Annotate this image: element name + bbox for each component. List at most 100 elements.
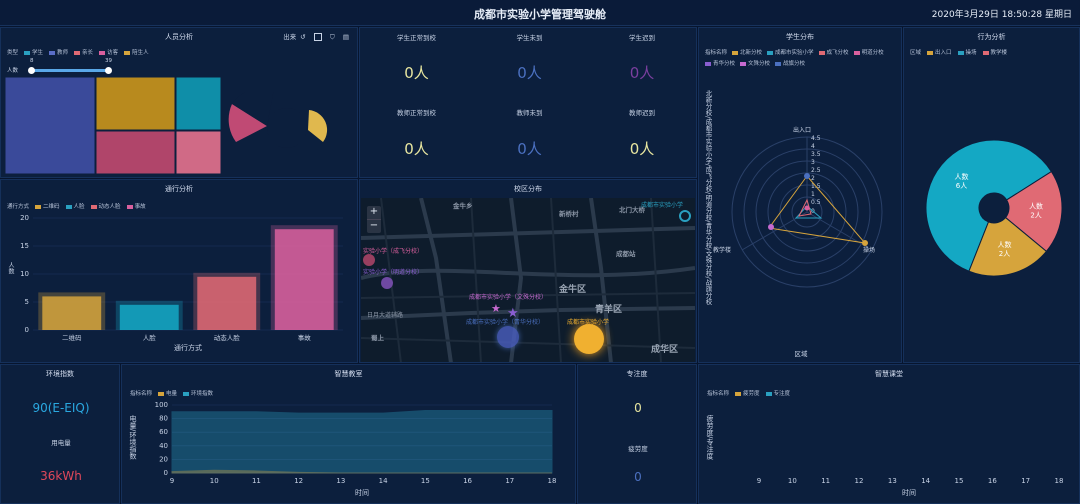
campus-map[interactable]: + − 金牛乡 新桥村 北门大桥 成都站 金牛区 青羊区 成华区 日月大道辅路 … (361, 198, 695, 362)
slider-handle-max[interactable] (105, 67, 112, 74)
radar-tick: 0.5 (811, 199, 821, 206)
series-area[interactable] (171, 409, 553, 474)
school-label[interactable]: 成都市实验小学（文殊分校） (469, 292, 547, 301)
refresh-icon[interactable]: ↺ (300, 33, 305, 41)
legend-item[interactable]: 专注度 (765, 389, 790, 397)
bar[interactable] (119, 304, 179, 330)
map-place: 成都站 (616, 250, 636, 258)
treemap-cell[interactable] (175, 130, 221, 174)
radar-tick: 1 (811, 191, 815, 198)
slider-handle-min[interactable] (28, 67, 35, 74)
att-value: 0人 (517, 140, 542, 158)
star-icon[interactable]: ★ (491, 302, 501, 315)
pie-label: 人数 (997, 240, 1011, 249)
save-icon[interactable]: ▤ (343, 33, 349, 41)
legend-item[interactable]: 成飞分校 (818, 48, 849, 56)
x-axis-label: 时间 (355, 488, 369, 497)
school-marker[interactable] (679, 210, 691, 222)
legend-item[interactable]: 战旗分校 (775, 59, 805, 67)
school-marker[interactable] (363, 254, 375, 266)
legend-item[interactable]: 教学楼 (982, 48, 1007, 56)
legend-item[interactable]: 二维码 (35, 202, 60, 210)
school-label[interactable]: 成都市实验小学 (641, 200, 683, 209)
legend-item[interactable]: 亲长 (74, 48, 93, 56)
classroom-legend: 指标名称 电量 环境指数 (130, 389, 213, 397)
x-tick-label: 17 (1021, 477, 1030, 485)
treemap-cell[interactable] (5, 77, 96, 174)
traffic-title: 通行分析 (165, 185, 193, 193)
x-tick-label: 18 (548, 477, 557, 485)
radar-tick: 4 (811, 143, 815, 150)
school-label[interactable]: 成都市实验小学（青华分校） (466, 317, 544, 326)
radar-axis-label: 操场 (863, 246, 875, 254)
y-tick-label: 0 (25, 326, 29, 334)
bar[interactable] (197, 276, 257, 330)
bar[interactable] (274, 229, 334, 330)
radar-point[interactable] (804, 173, 810, 179)
filter-icon[interactable]: ⛉ (330, 33, 335, 41)
att-label: 教师迟到 (629, 109, 655, 117)
legend-label: 指标名称 (707, 391, 730, 397)
x-tick-label: 11 (252, 477, 261, 485)
zoom-icon[interactable] (313, 33, 322, 41)
smart-class-legend: 指标名称 疲劳度 专注度 (707, 389, 790, 397)
range-slider[interactable] (28, 67, 112, 74)
school-marker[interactable] (497, 326, 519, 348)
legend-item[interactable]: 电量 (158, 389, 177, 397)
x-tick-label: 13 (888, 477, 897, 485)
legend-item[interactable]: 操场 (957, 48, 977, 56)
school-marker[interactable] (381, 277, 393, 289)
legend-item[interactable]: 文殊分校 (740, 59, 770, 67)
legend-item[interactable]: 青华分校 (705, 59, 735, 67)
radar-tick: 3.5 (811, 151, 821, 158)
legend-item[interactable]: 疲劳度 (735, 389, 760, 397)
smart-class-title: 智慧课堂 (875, 370, 903, 378)
student-dist-title: 学生分布 (786, 33, 814, 41)
x-tick-label: 16 (988, 477, 997, 485)
att-label: 学生正常到校 (397, 34, 436, 42)
legend-item[interactable]: 动态人脸 (90, 202, 121, 210)
clock: 2020年3月29日 18:50:28 星期日 (931, 10, 1072, 20)
radar-point[interactable] (804, 205, 810, 211)
power-value: 36kWh (40, 469, 82, 483)
radar-tick: 2.5 (811, 167, 821, 174)
rose-sector[interactable] (308, 110, 328, 142)
legend-item[interactable]: 陪生人 (124, 48, 149, 56)
x-tick-label: 9 (170, 477, 174, 485)
radar-x-label: 区域 (794, 350, 808, 358)
zoom-out-button[interactable]: − (367, 219, 381, 232)
y-tick-label: 60 (159, 428, 168, 436)
legend-item[interactable]: 出入口 (927, 48, 952, 56)
legend-item[interactable]: 北新分校 (732, 48, 762, 56)
x-axis-label: 时间 (902, 488, 916, 497)
school-marker[interactable] (574, 324, 604, 354)
legend-item[interactable]: 明道分校 (853, 48, 884, 56)
treemap-cell[interactable] (95, 130, 176, 174)
legend-item[interactable]: 学生 (24, 48, 43, 56)
power-label: 用电量 (51, 439, 71, 447)
staff-toolbar-label[interactable]: 出来 (283, 33, 296, 41)
legend-item[interactable]: 成都市实验小学 (767, 48, 814, 56)
treemap-cell[interactable] (95, 77, 176, 131)
env-title: 环境指数 (46, 370, 74, 378)
att-value: 0人 (629, 64, 655, 82)
school-label[interactable]: 实验小学（明道分校） (363, 267, 423, 276)
att-value: 0人 (404, 140, 429, 158)
treemap-cell[interactable] (175, 77, 221, 131)
pie-label: 人数 (955, 172, 969, 181)
y-tick-label: 20 (20, 214, 29, 222)
legend-item[interactable]: 教师 (49, 48, 68, 56)
legend-item[interactable]: 事故 (126, 202, 146, 210)
legend-item[interactable]: 环境指数 (183, 389, 213, 397)
legend-item[interactable]: 人脸 (65, 202, 85, 210)
radar-point[interactable] (862, 240, 868, 246)
zoom-in-button[interactable]: + (367, 206, 381, 219)
radar-axis-label: 出入口 (793, 126, 811, 134)
smart-class-panel: 智慧课堂 指标名称 疲劳度 专注度 疲劳度/专注度 9 10 11 12 13 14 15 1… (698, 364, 1080, 504)
bar[interactable] (42, 296, 102, 330)
school-label[interactable]: 实验小学（成飞分校） (363, 246, 423, 255)
radar-point[interactable] (768, 224, 774, 230)
traffic-legend: 通行方式 二维码 人脸 动态人脸 事故 (7, 202, 146, 210)
smart-class-y-label: 疲劳度/专注度 (706, 415, 714, 460)
legend-item[interactable]: 访客 (99, 48, 118, 56)
